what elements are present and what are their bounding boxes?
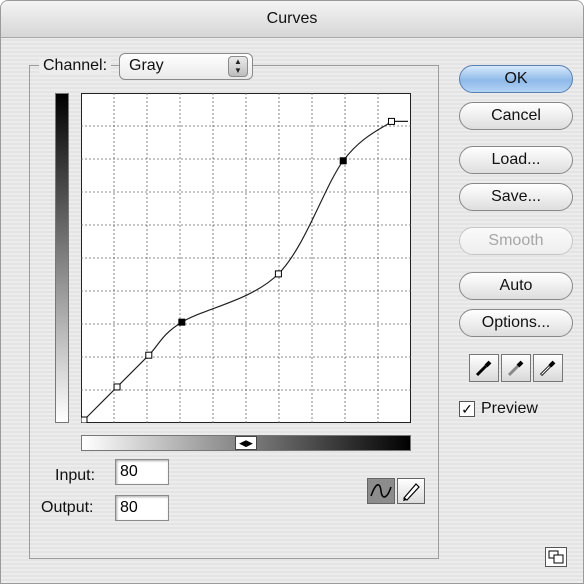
up-down-arrows-icon: ▲ ▼ (228, 56, 248, 77)
resize-button[interactable] (545, 547, 567, 567)
smooth-button[interactable]: Smooth (459, 227, 573, 255)
cancel-button[interactable]: Cancel (459, 102, 573, 130)
black-eyedropper-button[interactable] (469, 354, 499, 382)
curve-point[interactable] (339, 157, 347, 165)
auto-button[interactable]: Auto (459, 272, 573, 300)
curve-point[interactable] (113, 383, 121, 391)
curve-point[interactable] (178, 318, 186, 326)
gray-eyedropper-button[interactable] (501, 354, 531, 382)
pencil-tool-button[interactable] (397, 478, 425, 504)
curve-tool-icon (370, 484, 392, 498)
curve-tool-button[interactable] (367, 478, 395, 504)
curve-graph[interactable] (81, 93, 411, 423)
channel-label: Channel: (39, 57, 112, 75)
curve-point[interactable] (274, 270, 282, 278)
output-field[interactable]: 80 (115, 495, 169, 521)
options-button[interactable]: Options... (459, 309, 573, 337)
channel-value: Gray (129, 57, 164, 74)
preview-checkbox[interactable]: ✓ (459, 401, 475, 417)
curves-dialog: Curves Channel: Gray ▲ ▼ ◀▶ Input: 80 Out… (0, 0, 584, 584)
black-eyedropper-icon (475, 360, 492, 377)
white-eyedropper-button[interactable] (533, 354, 563, 382)
load-button[interactable]: Load... (459, 146, 573, 174)
pencil-tool-icon (403, 483, 420, 501)
input-field[interactable]: 80 (115, 459, 169, 485)
gray-eyedropper-icon (507, 360, 524, 377)
curve-point[interactable] (387, 117, 395, 125)
curve-point[interactable] (145, 351, 153, 359)
save-button[interactable]: Save... (459, 183, 573, 211)
channel-select[interactable]: Gray ▲ ▼ (119, 53, 253, 80)
curve-point[interactable] (81, 416, 88, 423)
window-title: Curves (1, 1, 583, 38)
input-label: Input: (55, 467, 96, 484)
resize-icon (548, 550, 564, 564)
preview-label: Preview (481, 400, 538, 417)
ok-button[interactable]: OK (459, 65, 573, 93)
output-gradient-bar (55, 93, 69, 423)
output-label: Output: (41, 499, 94, 516)
white-eyedropper-icon (539, 360, 556, 377)
gradient-toggle-icon[interactable]: ◀▶ (235, 436, 257, 450)
